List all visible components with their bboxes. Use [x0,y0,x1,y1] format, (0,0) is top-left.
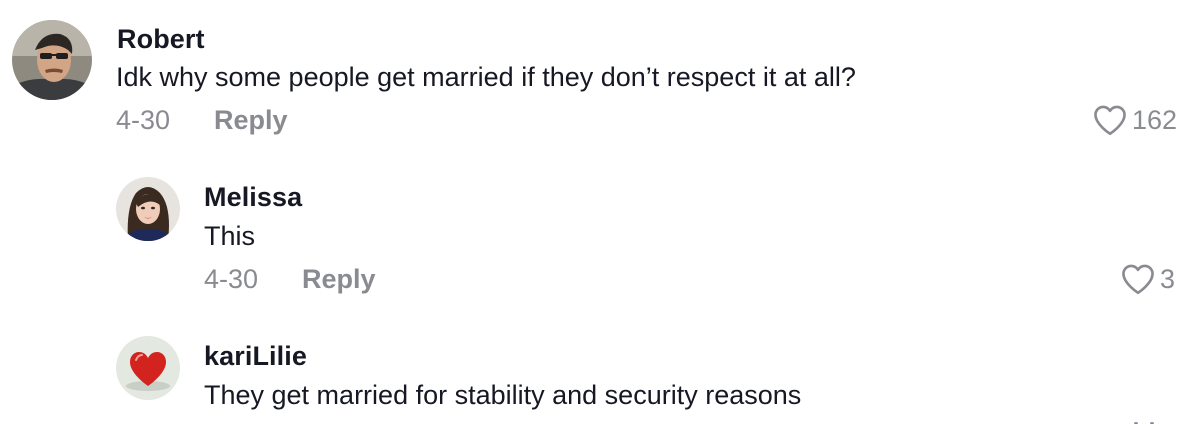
heart-outline-icon [1094,105,1126,136]
comment-melissa: Melissa This 4-30 Reply 3 [0,160,1200,310]
heart-outline-icon [1122,264,1154,295]
comment-text: They get married for stability and secur… [204,380,802,410]
man-portrait-icon [12,20,92,100]
avatar-karililie[interactable] [116,336,180,400]
like-button[interactable]: 162 [1092,104,1177,136]
comment-text: Idk why some people get married if they … [116,62,856,92]
avatar-melissa[interactable] [116,177,180,241]
comment-thread: Robert Idk why some people get married i… [0,0,1200,424]
comment-username[interactable]: kariLilie [204,341,307,372]
like-count: 3 [1160,263,1176,294]
reply-button[interactable]: Reply [214,105,288,136]
comment-robert: Robert Idk why some people get married i… [0,0,1200,150]
comment-username[interactable]: Robert [117,24,205,55]
woman-portrait-icon [116,177,180,241]
comment-karililie: kariLilie They get married for stability… [0,320,1200,424]
comment-date: 4-30 [204,264,259,294]
comment-text: This [204,221,256,251]
comment-username[interactable]: Melissa [204,182,302,213]
partial-icon [1134,422,1154,424]
like-count: 162 [1132,104,1178,135]
like-button[interactable]: 3 [1120,263,1175,295]
reply-button[interactable]: Reply [302,264,376,295]
avatar-robert[interactable] [12,20,92,100]
red-heart-icon [116,336,180,400]
comment-date: 4-30 [116,105,171,135]
